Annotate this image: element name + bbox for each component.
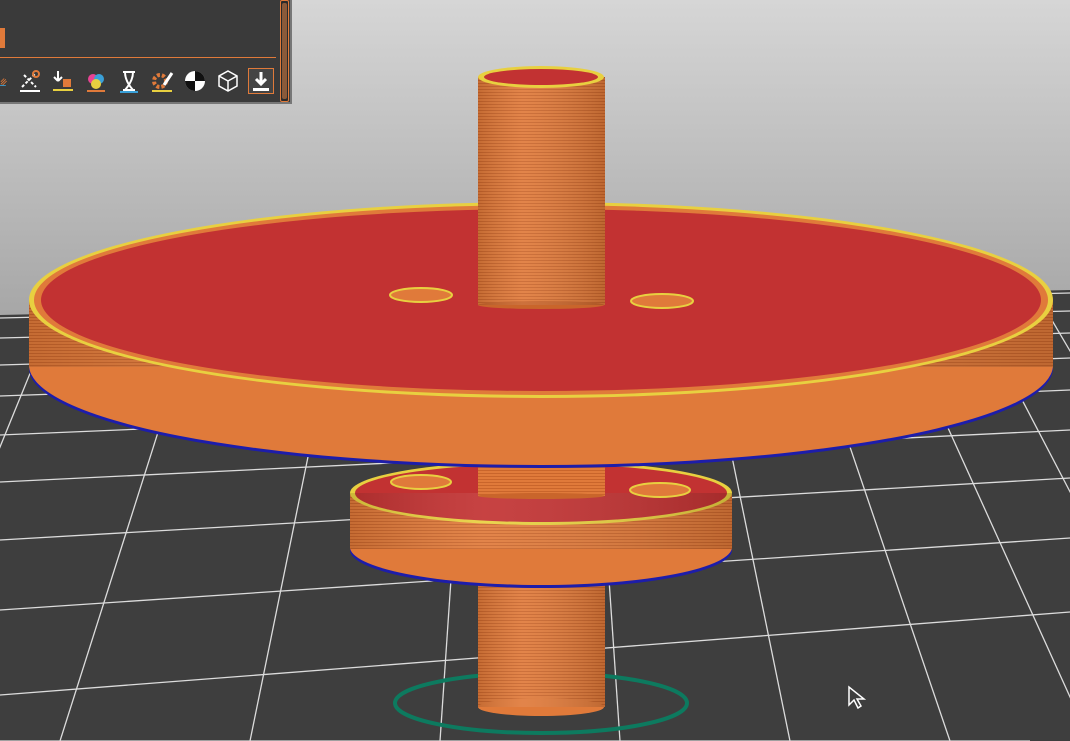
settings-icon[interactable] bbox=[149, 68, 175, 94]
toolbar-separator bbox=[0, 57, 276, 58]
scrollbar-thumb[interactable] bbox=[282, 3, 287, 99]
seam-paint-icon[interactable] bbox=[83, 68, 109, 94]
toolbar-scrollbar[interactable] bbox=[280, 0, 289, 102]
lower-shaft-shade bbox=[478, 585, 605, 707]
export-icon[interactable] bbox=[248, 68, 274, 94]
small-disc-shade bbox=[350, 493, 732, 549]
cut-icon[interactable] bbox=[17, 68, 43, 94]
support-paint-icon[interactable] bbox=[50, 68, 76, 94]
small-disc-hole-left[interactable] bbox=[390, 474, 452, 490]
measure-icon[interactable] bbox=[182, 68, 208, 94]
large-disc-hole-left[interactable] bbox=[389, 287, 453, 303]
infill-icon[interactable] bbox=[0, 68, 10, 94]
view-icon[interactable] bbox=[215, 68, 241, 94]
small-disc-hole-right[interactable] bbox=[629, 482, 691, 498]
large-disc-hole-right[interactable] bbox=[630, 293, 694, 309]
3d-preview-viewport[interactable] bbox=[0, 0, 1070, 741]
variable-layer-height-icon[interactable] bbox=[116, 68, 142, 94]
toolbar-tab-indicator bbox=[0, 28, 5, 48]
gizmo-toolbar bbox=[0, 0, 292, 104]
toolbar-icons bbox=[0, 64, 281, 98]
mouse-cursor-icon bbox=[848, 685, 867, 709]
upper-shaft-top bbox=[484, 69, 598, 85]
